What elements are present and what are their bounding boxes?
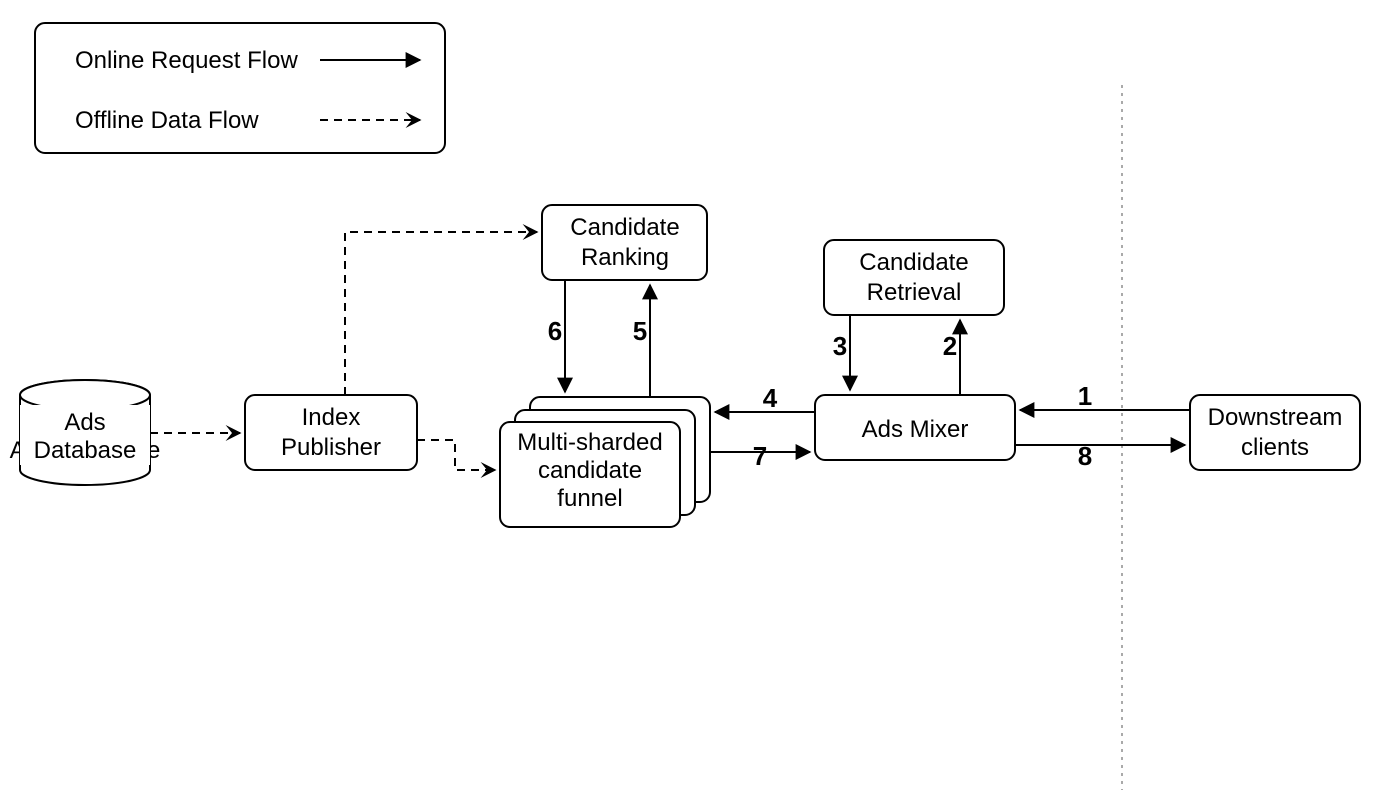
index-publisher-node: Index Publisher: [245, 395, 417, 470]
legend-online-label: Online Request Flow: [75, 47, 298, 74]
candidate-ranking-l1: Candidate: [570, 214, 679, 241]
legend-offline-label: Offline Data Flow: [75, 107, 259, 134]
ads-mixer-label: Ads Mixer: [862, 416, 969, 443]
funnel-l1: Multi-sharded: [517, 429, 662, 456]
downstream-l1: Downstream: [1208, 404, 1343, 431]
ads-mixer-node: Ads Mixer: [815, 395, 1015, 460]
legend: Online Request Flow Offline Data Flow: [35, 23, 445, 153]
funnel-l3: funnel: [557, 485, 622, 512]
edge-label-8: 8: [1078, 441, 1092, 471]
edge-label-7: 7: [753, 441, 767, 471]
index-publisher-l1: Index: [302, 404, 361, 431]
index-publisher-l2: Publisher: [281, 434, 381, 461]
candidate-ranking-l2: Ranking: [581, 244, 669, 271]
candidate-ranking-node: Candidate Ranking: [542, 205, 707, 280]
candidate-retrieval-l2: Retrieval: [867, 279, 962, 306]
svg-text:Database: Database: [34, 437, 137, 464]
downstream-clients-node: Downstream clients: [1190, 395, 1360, 470]
edge-label-6: 6: [548, 316, 562, 346]
edge-label-3: 3: [833, 331, 847, 361]
candidate-retrieval-l1: Candidate: [859, 249, 968, 276]
architecture-diagram: Online Request Flow Offline Data Flow Ad…: [0, 0, 1400, 795]
ads-database-text: Ads Database: [20, 405, 150, 465]
edge-label-4: 4: [763, 383, 778, 413]
downstream-l2: clients: [1241, 434, 1309, 461]
edge-label-1: 1: [1078, 381, 1092, 411]
edge-label-5: 5: [633, 316, 647, 346]
candidate-funnel-node: Multi-sharded candidate funnel: [500, 397, 710, 527]
candidate-retrieval-node: Candidate Retrieval: [824, 240, 1004, 315]
edge-label-2: 2: [943, 331, 957, 361]
funnel-l2: candidate: [538, 457, 642, 484]
svg-text:Ads: Ads: [64, 409, 105, 436]
